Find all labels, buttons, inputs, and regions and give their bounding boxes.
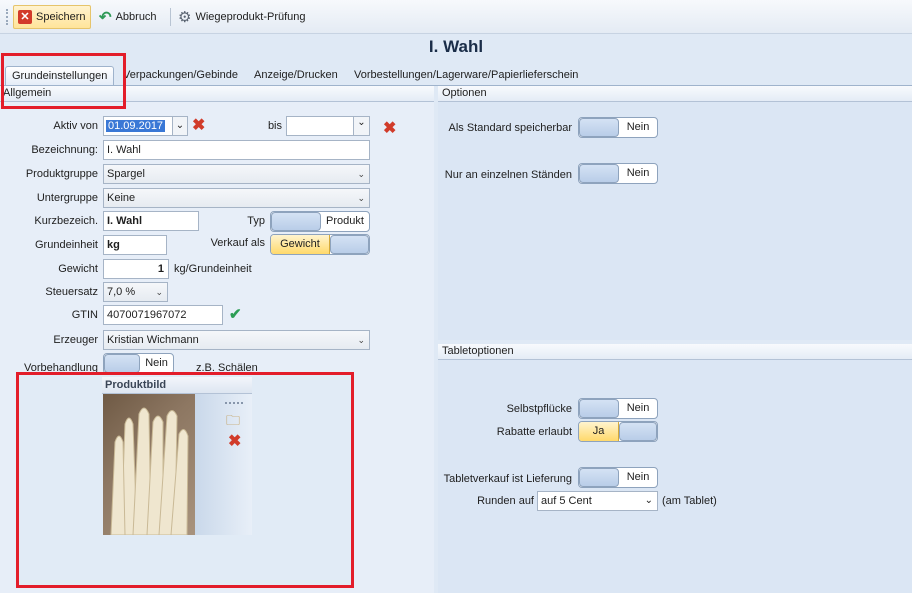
weigh-check-button[interactable]: ⚙ Wiegeprodukt-Prüfung: [174, 5, 310, 29]
cancel-button-label: Abbruch: [115, 11, 157, 23]
toggle-knob: [579, 468, 619, 487]
name-label: Bezeichnung:: [31, 144, 98, 156]
group-select[interactable]: Spargel ⌄: [103, 164, 370, 184]
chevron-down-icon: ⌄: [357, 169, 365, 179]
save-button-label: Speichern: [36, 11, 86, 23]
clear-from-icon[interactable]: ✖: [192, 118, 205, 134]
discount-label: Rabatte erlaubt: [496, 426, 572, 438]
toggle-knob: [271, 212, 321, 231]
toggle-knob: [579, 164, 619, 183]
delivery-value: Nein: [626, 471, 650, 483]
short-input[interactable]: I. Wahl: [103, 211, 199, 231]
to-label: bis: [267, 120, 282, 132]
standard-toggle[interactable]: Nein: [578, 117, 658, 138]
toggle-knob: [579, 118, 619, 137]
tab-vorbestellungen[interactable]: Vorbestellungen/Lagerware/Papierliefersc…: [348, 66, 584, 86]
gtin-label: GTIN: [71, 309, 98, 321]
toggle-knob: [619, 422, 657, 441]
chevron-down-icon: ⌄: [155, 287, 163, 297]
name-input[interactable]: I. Wahl: [103, 140, 370, 160]
delivery-toggle[interactable]: Nein: [578, 467, 658, 488]
discount-value: Ja: [579, 422, 619, 441]
options-header: Optionen: [438, 86, 912, 102]
tablet-header: Tabletoptionen: [438, 344, 912, 360]
subgroup-select[interactable]: Keine ⌄: [103, 188, 370, 208]
selfpick-value: Nein: [626, 402, 650, 414]
weight-unit: kg/Grundeinheit: [174, 263, 252, 275]
tax-value: 7,0 %: [107, 286, 136, 298]
gear-icon: ⚙: [178, 9, 192, 26]
clear-to-icon[interactable]: ✖: [383, 121, 396, 137]
weight-input[interactable]: 1: [103, 259, 169, 279]
chevron-down-icon: ⌄: [644, 495, 653, 506]
round-hint: (am Tablet): [662, 495, 717, 507]
subgroup-label: Untergruppe: [36, 192, 98, 204]
round-label: Runden auf: [477, 495, 534, 507]
standard-value: Nein: [626, 121, 650, 133]
active-from-label: Aktiv von: [53, 120, 98, 132]
save-button[interactable]: ✕ Speichern: [13, 5, 91, 29]
discount-toggle[interactable]: Ja: [578, 421, 658, 442]
type-label: Typ: [247, 215, 265, 227]
active-from-value: 01.09.2017: [106, 120, 166, 132]
weigh-check-label: Wiegeprodukt-Prüfung: [195, 11, 306, 23]
tab-verpackungen[interactable]: Verpackungen/Gebinde: [117, 66, 244, 86]
tab-bar: Grundeinstellungen Verpackungen/Gebinde …: [0, 60, 912, 86]
chevron-down-icon: ⌄: [357, 335, 365, 345]
highlight-frame-tab: [1, 53, 126, 109]
checkmark-icon: ✔: [229, 306, 242, 323]
pretreat-toggle[interactable]: Nein: [103, 353, 174, 374]
stands-label: Nur an einzelnen Ständen: [444, 169, 572, 181]
type-value: Produkt: [326, 215, 364, 227]
weight-label: Gewicht: [58, 263, 98, 275]
pretreat-value: Nein: [145, 357, 168, 369]
toggle-knob: [330, 235, 369, 254]
short-label: Kurzbezeich.: [34, 215, 98, 227]
tax-label: Steuersatz: [45, 286, 98, 298]
toolbar-grip[interactable]: [6, 9, 8, 25]
selfpick-toggle[interactable]: Nein: [578, 398, 658, 419]
active-from-input[interactable]: 01.09.2017 ⌄: [103, 116, 188, 136]
type-toggle[interactable]: Produkt: [270, 211, 370, 232]
producer-value: Kristian Wichmann: [107, 334, 199, 346]
producer-select[interactable]: Kristian Wichmann ⌄: [103, 330, 370, 350]
toggle-knob: [104, 354, 140, 373]
chevron-down-icon[interactable]: ⌄: [172, 117, 187, 135]
group-value: Spargel: [107, 168, 145, 180]
group-label: Produktgruppe: [25, 168, 98, 180]
cancel-button[interactable]: ↶ Abbruch: [95, 5, 161, 29]
sale-label: Verkauf als: [210, 237, 265, 249]
unit-label: Grundeinheit: [35, 239, 98, 251]
stands-toggle[interactable]: Nein: [578, 163, 658, 184]
delivery-label: Tabletverkauf ist Lieferung: [443, 473, 572, 485]
chevron-down-icon: ⌄: [357, 193, 365, 203]
gtin-input[interactable]: 4070071967072: [103, 305, 223, 325]
chevron-down-icon[interactable]: ⌄: [353, 117, 369, 135]
stands-value: Nein: [626, 167, 650, 179]
tax-select[interactable]: 7,0 % ⌄: [103, 282, 168, 302]
sale-toggle[interactable]: Gewicht: [270, 234, 370, 255]
producer-label: Erzeuger: [53, 334, 98, 346]
page-title: I. Wahl: [428, 37, 484, 56]
unit-input[interactable]: kg: [103, 235, 167, 255]
toggle-knob: [579, 399, 619, 418]
round-select[interactable]: auf 5 Cent ⌄: [537, 491, 658, 511]
selfpick-label: Selbstpflücke: [506, 403, 572, 415]
save-icon: ✕: [18, 10, 32, 24]
standard-label: Als Standard speicherbar: [448, 122, 572, 134]
round-value: auf 5 Cent: [541, 495, 592, 507]
highlight-frame-image: [16, 372, 354, 588]
subgroup-value: Keine: [107, 192, 136, 204]
tab-anzeige[interactable]: Anzeige/Drucken: [248, 66, 344, 86]
undo-icon: ↶: [99, 9, 112, 26]
sale-value: Gewicht: [271, 235, 330, 254]
toolbar: ✕ Speichern ↶ Abbruch ⚙ Wiegeprodukt-Prü…: [0, 0, 912, 34]
toolbar-separator: [170, 8, 171, 26]
